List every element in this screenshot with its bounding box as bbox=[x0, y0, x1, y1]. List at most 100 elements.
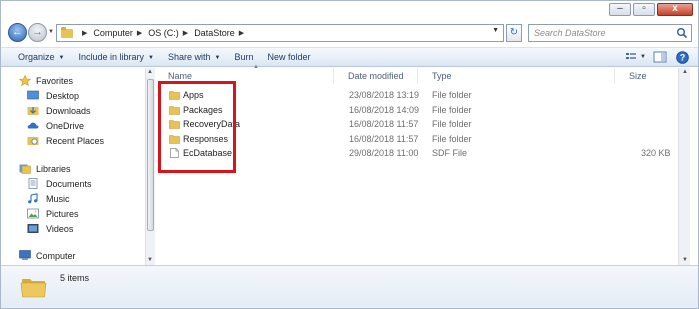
file-type: File folder bbox=[432, 104, 472, 115]
libraries-icon bbox=[19, 164, 31, 174]
scroll-up-icon[interactable]: ▲ bbox=[682, 69, 688, 75]
forward-button[interactable]: → bbox=[28, 23, 47, 42]
nav-libraries[interactable]: Libraries bbox=[19, 163, 71, 174]
pictures-icon bbox=[27, 208, 39, 219]
nav-item-label: Documents bbox=[46, 178, 92, 189]
close-button[interactable]: x bbox=[657, 3, 693, 16]
nav-item-recent-places[interactable]: Recent Places bbox=[27, 135, 104, 146]
file-row-recoverydata[interactable]: RecoveryData 16/08/2018 11:57 File folde… bbox=[156, 118, 676, 132]
explorer-window: – ▫ x ← → ▼ ▶ Computer ▶ OS (C:) ▶ DataS… bbox=[0, 0, 699, 309]
item-count: 5 items bbox=[60, 273, 90, 283]
include-in-library-button[interactable]: Include in library ▼ bbox=[71, 52, 160, 62]
chevron-right-icon[interactable]: ▶ bbox=[239, 29, 244, 37]
nav-item-desktop[interactable]: Desktop bbox=[27, 90, 79, 101]
view-list-icon bbox=[626, 53, 636, 59]
chevron-right-icon[interactable]: ▶ bbox=[82, 29, 87, 37]
command-bar: Organize ▼ Include in library ▼ Share with… bbox=[1, 47, 698, 67]
file-name: RecoveryData bbox=[183, 119, 241, 129]
nav-item-onedrive[interactable]: OneDrive bbox=[27, 120, 84, 131]
nav-item-label: Videos bbox=[46, 223, 74, 234]
file-type: SDF File bbox=[432, 148, 468, 158]
chevron-down-icon: ▼ bbox=[214, 55, 221, 61]
window-controls: – ▫ x bbox=[607, 3, 693, 16]
file-type: File folder bbox=[432, 90, 472, 100]
new-folder-button[interactable]: New folder bbox=[260, 52, 317, 62]
file-size: 320 KB bbox=[641, 148, 671, 158]
refresh-button[interactable]: ↻ bbox=[506, 24, 522, 42]
file-date: 16/08/2018 11:57 bbox=[349, 119, 419, 129]
burn-button[interactable]: Burn bbox=[227, 52, 260, 62]
chevron-down-icon: ▼ bbox=[640, 54, 646, 60]
nav-item-videos[interactable]: Videos bbox=[27, 223, 73, 234]
change-view-button[interactable] bbox=[624, 50, 640, 64]
back-button[interactable]: ← bbox=[8, 23, 27, 42]
chevron-right-icon[interactable]: ▶ bbox=[183, 29, 188, 37]
search-icon[interactable] bbox=[676, 27, 688, 39]
column-date-label: Date modified bbox=[348, 71, 404, 81]
forward-arrow-icon: → bbox=[32, 26, 43, 38]
file-name: EcDatabase bbox=[183, 148, 233, 158]
column-size-label: Size bbox=[629, 71, 647, 81]
preview-pane-button[interactable] bbox=[652, 50, 668, 64]
scroll-up-icon[interactable]: ▲ bbox=[147, 69, 153, 75]
nav-favorites[interactable]: Favorites bbox=[19, 75, 73, 86]
column-header-date[interactable]: Date modified bbox=[336, 68, 418, 84]
nav-item-downloads[interactable]: Downloads bbox=[27, 105, 91, 116]
nav-item-label: Pictures bbox=[46, 208, 79, 219]
downloads-folder-icon bbox=[27, 107, 39, 115]
help-icon: ? bbox=[675, 50, 689, 64]
close-icon: x bbox=[672, 3, 678, 14]
share-with-button[interactable]: Share with ▼ bbox=[161, 52, 227, 62]
view-dropdown[interactable]: ▼ bbox=[640, 50, 646, 64]
file-date: 29/08/2018 11:00 bbox=[349, 148, 419, 158]
file-row-ecdatabase[interactable]: EcDatabase 29/08/2018 11:00 SDF File 320… bbox=[156, 147, 676, 161]
search-placeholder: Search DataStore bbox=[534, 28, 606, 38]
organize-label: Organize bbox=[18, 52, 55, 62]
svg-text:?: ? bbox=[679, 52, 685, 62]
videos-icon bbox=[27, 224, 39, 233]
address-history-dropdown[interactable]: ▼ bbox=[492, 27, 499, 34]
file-date: 16/08/2018 14:09 bbox=[349, 104, 420, 115]
minimize-icon: – bbox=[617, 3, 623, 14]
refresh-icon: ↻ bbox=[509, 27, 519, 38]
nav-item-pictures[interactable]: Pictures bbox=[27, 208, 79, 219]
nav-item-documents[interactable]: Documents bbox=[27, 178, 92, 189]
nav-item-label: Downloads bbox=[46, 105, 91, 116]
nav-libraries-label: Libraries bbox=[36, 163, 71, 174]
minimize-button[interactable]: – bbox=[609, 3, 631, 16]
new-folder-label: New folder bbox=[267, 52, 311, 62]
music-icon bbox=[28, 193, 38, 204]
nav-item-music[interactable]: Music bbox=[27, 193, 70, 204]
star-icon bbox=[19, 75, 31, 86]
column-header-size[interactable]: Size bbox=[617, 68, 675, 84]
search-input[interactable]: Search DataStore bbox=[528, 24, 692, 42]
breadcrumb-datastore[interactable]: DataStore bbox=[194, 28, 235, 38]
folder-icon bbox=[61, 26, 73, 38]
address-bar[interactable]: ▶ Computer ▶ OS (C:) ▶ DataStore ▶ ▼ bbox=[56, 24, 504, 42]
maximize-button[interactable]: ▫ bbox=[633, 3, 655, 16]
organize-button[interactable]: Organize ▼ bbox=[11, 52, 71, 62]
column-header-type[interactable]: Type bbox=[420, 68, 615, 84]
chevron-right-icon[interactable]: ▶ bbox=[137, 29, 142, 37]
scroll-down-icon[interactable]: ▼ bbox=[682, 257, 688, 263]
view-controls: ▼ ? bbox=[618, 50, 690, 64]
breadcrumb-computer[interactable]: Computer bbox=[93, 28, 133, 38]
nav-item-label: OneDrive bbox=[46, 120, 85, 131]
column-header-name[interactable]: Name bbox=[156, 68, 334, 84]
file-row-apps[interactable]: Apps 23/08/2018 13:19 File folder bbox=[156, 89, 676, 103]
recent-pages-dropdown[interactable]: ▼ bbox=[48, 29, 54, 35]
include-in-library-label: Include in library bbox=[78, 52, 145, 62]
breadcrumb-drive[interactable]: OS (C:) bbox=[148, 28, 179, 38]
file-row-packages[interactable]: Packages 16/08/2018 14:09 File folder bbox=[156, 104, 676, 118]
scroll-down-icon[interactable]: ▼ bbox=[147, 257, 153, 263]
file-date: 16/08/2018 11:57 bbox=[349, 133, 419, 144]
nav-computer[interactable]: Computer bbox=[19, 250, 76, 261]
navigation-scrollbar[interactable]: ▲ ▼ bbox=[145, 68, 155, 265]
file-list-scrollbar[interactable]: ▲ ▼ bbox=[678, 68, 690, 265]
file-list: ▲ Name Date modified Type Size Apps 23/0… bbox=[156, 64, 676, 265]
help-button[interactable]: ? bbox=[674, 50, 690, 64]
file-row-responses[interactable]: Responses 16/08/2018 11:57 File folder bbox=[156, 133, 676, 147]
desktop-icon bbox=[27, 90, 39, 100]
documents-icon bbox=[28, 178, 38, 189]
scrollbar-thumb[interactable] bbox=[147, 79, 154, 231]
